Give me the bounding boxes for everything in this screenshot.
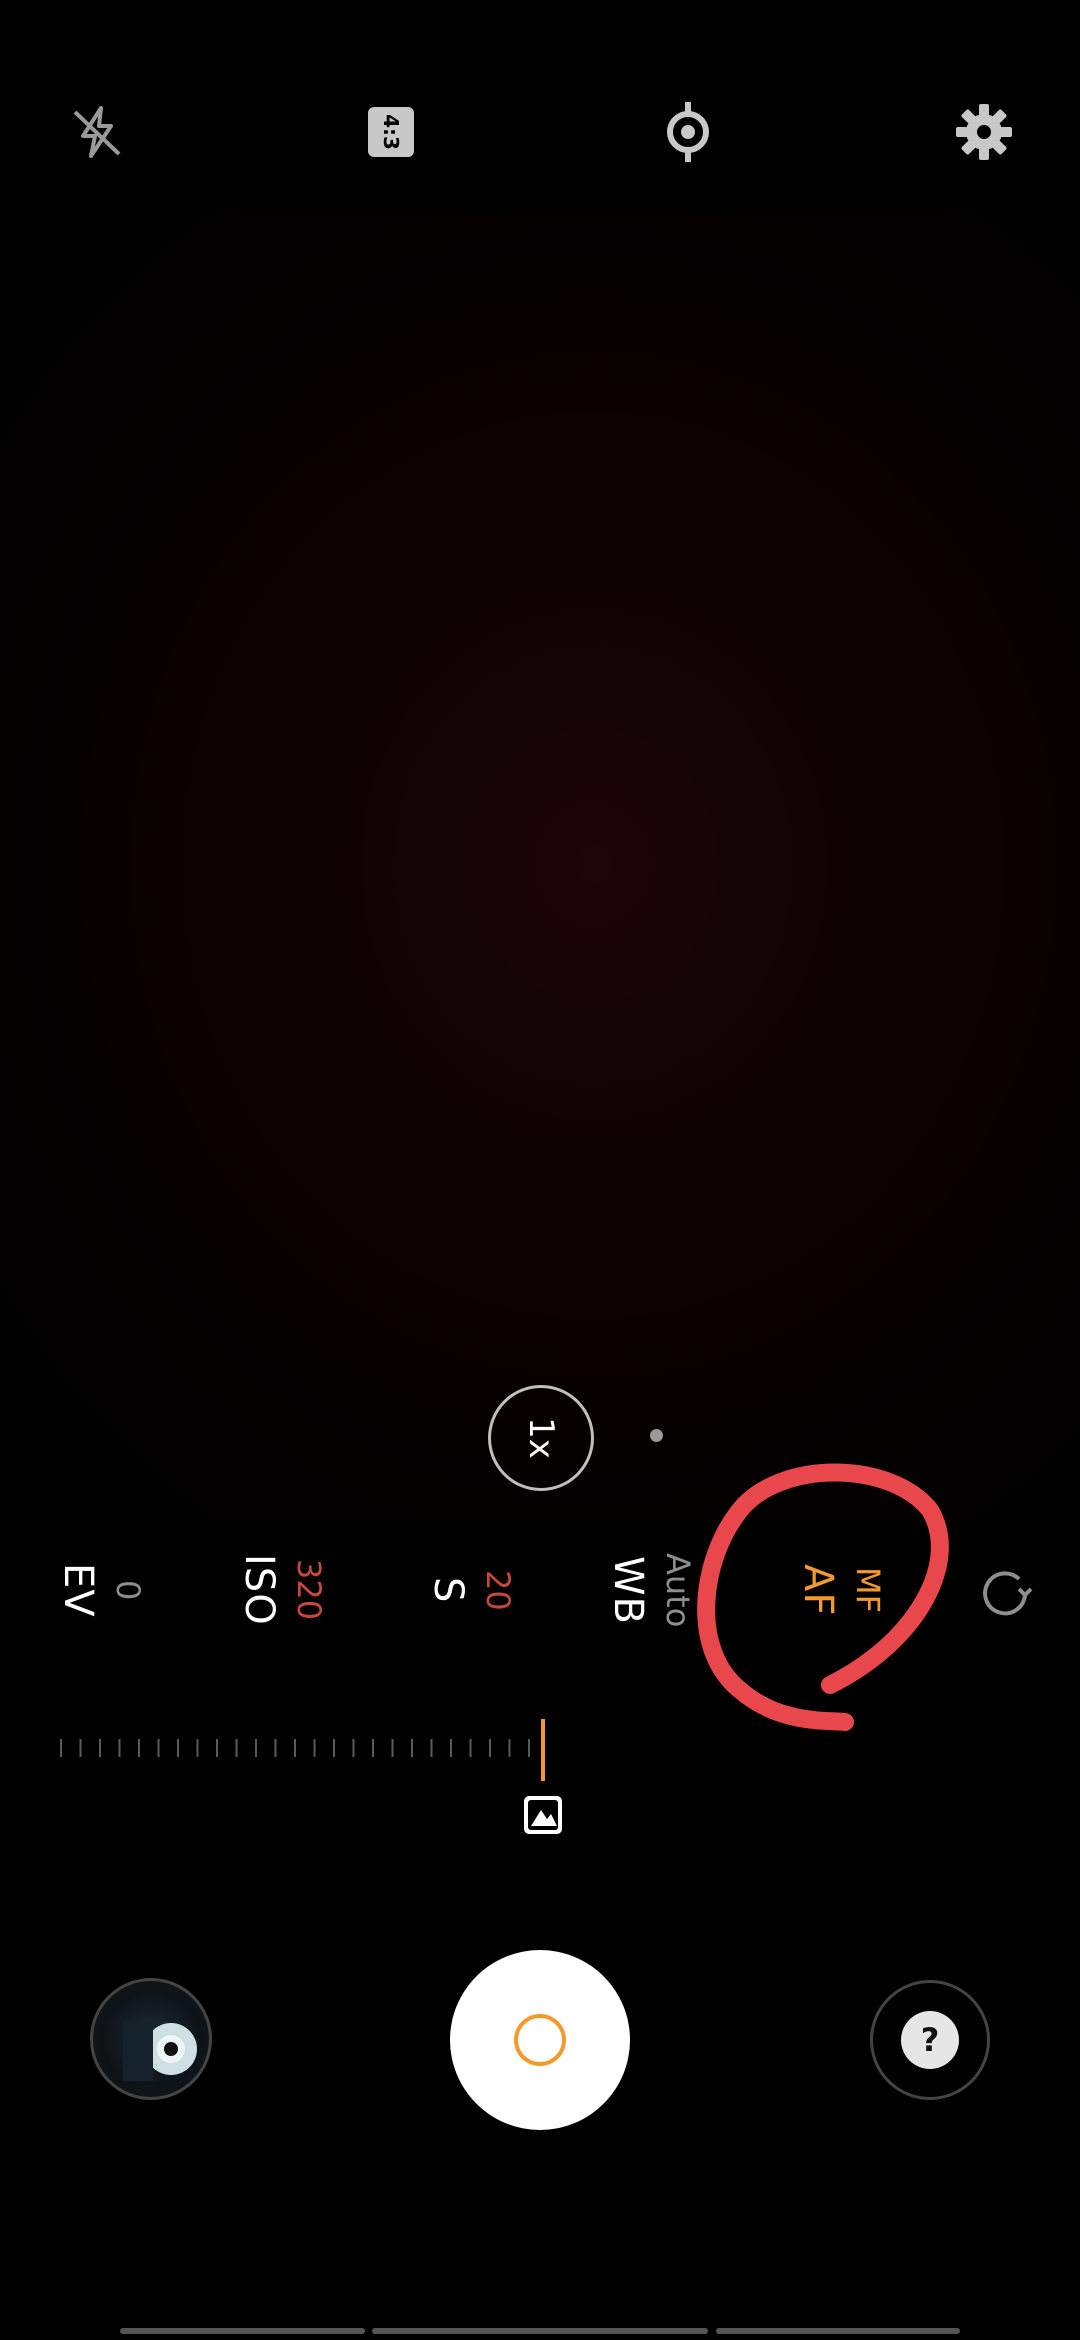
wb-value: Auto [659,1552,697,1628]
gallery-thumbnail[interactable] [90,1978,212,2100]
zoom-dot-indicator [650,1429,663,1442]
flash-off-glyph [73,106,121,158]
param-iso[interactable]: ISO 320 [236,1540,328,1640]
param-focus[interactable]: AF MF [795,1540,887,1640]
aspect-ratio-button[interactable]: 4:3 [349,90,433,174]
ev-value: 0 [109,1579,147,1601]
question-mode-icon: ? [901,2011,959,2069]
focus-label: AF [795,1563,841,1617]
aspect-ratio-label: 4:3 [379,114,403,150]
zoom-label: 1x [520,1417,561,1459]
aspect-ratio-badge: 4:3 [368,107,414,157]
gear-glyph [956,104,1012,160]
gear-icon[interactable] [942,90,1026,174]
param-shutter[interactable]: S 20 [425,1540,517,1640]
shutter-button[interactable] [450,1950,630,2130]
slider-indicator [541,1719,545,1781]
nav-indicator-left [120,2328,365,2334]
iso-label: ISO [236,1554,282,1626]
top-toolbar: 4:3 [0,0,1080,210]
gallery-thumbnail-image [123,2021,197,2081]
focus-target-icon[interactable] [646,90,730,174]
nav-indicator-center [372,2328,708,2334]
iso-value: 320 [290,1559,328,1621]
shutter-inner-ring [514,2014,566,2066]
param-wb[interactable]: WB Auto [605,1540,697,1640]
focus-slider[interactable] [55,1715,575,1845]
shutter-label: S [425,1576,471,1604]
flash-off-icon[interactable] [55,90,139,174]
landscape-focus-icon [522,1794,564,1836]
slider-ticks [60,1739,530,1757]
camera-viewfinder[interactable] [0,210,1080,1520]
nav-indicator-right [716,2328,960,2334]
ev-label: EV [55,1562,101,1618]
mode-switch-button[interactable]: ? [870,1980,990,2100]
wb-label: WB [605,1555,651,1625]
param-ev[interactable]: EV 0 [55,1540,147,1640]
focus-value: MF [849,1566,887,1613]
zoom-button[interactable]: 1x [488,1385,594,1491]
focus-target-glyph [667,102,709,162]
reset-icon[interactable] [975,1565,1035,1625]
shutter-value: 20 [479,1569,517,1611]
